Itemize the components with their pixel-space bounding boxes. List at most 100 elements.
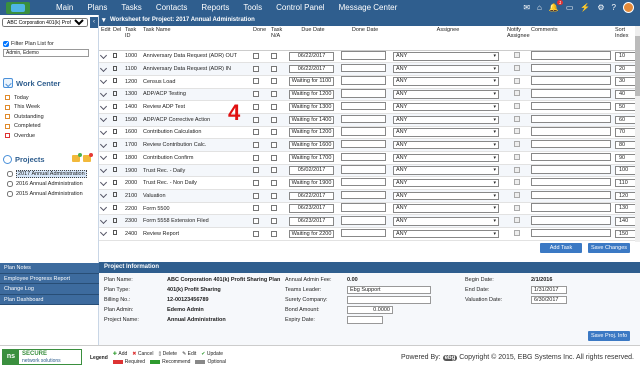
pencil-icon[interactable] [99,89,108,97]
sort-index-input[interactable]: 40 [615,90,635,99]
notify-assignee-checkbox[interactable] [514,115,520,122]
due-date-input[interactable]: Waiting for 2200 [289,229,334,239]
link-plan-notes[interactable]: Plan Notes [0,263,99,274]
task-na-checkbox[interactable] [271,78,277,85]
project-checkbox[interactable] [7,171,13,177]
task-na-checkbox[interactable] [271,205,277,212]
notify-assignee-checkbox[interactable] [514,166,520,173]
menu-reports[interactable]: Reports [201,3,229,12]
help-icon[interactable]: ? [612,3,616,12]
gear-icon[interactable]: ⚙ [597,3,604,12]
due-date-input[interactable]: Waiting for 1200 [289,128,334,137]
notify-assignee-checkbox[interactable] [514,153,520,160]
pencil-icon[interactable] [99,51,108,59]
task-na-checkbox[interactable] [271,154,277,161]
pencil-icon[interactable] [99,191,108,199]
sort-index-input[interactable]: 110 [615,178,635,188]
trash-icon[interactable] [113,205,117,211]
done-checkbox[interactable] [253,65,259,72]
sort-index-input[interactable]: 60 [615,115,635,125]
due-date-input[interactable]: Waiting for 1200 [289,90,334,99]
assignee-select[interactable]: ANY [393,191,499,201]
comments-input[interactable] [531,228,611,238]
done-date-input[interactable] [341,51,386,60]
expiry-date-input[interactable] [347,316,383,324]
task-na-checkbox[interactable] [271,141,277,148]
notify-assignee-checkbox[interactable] [514,128,520,135]
trash-icon[interactable] [113,141,117,147]
assignee-select[interactable]: ANY [393,204,499,213]
notify-assignee-checkbox[interactable] [514,103,520,110]
task-na-checkbox[interactable] [271,103,277,110]
assignee-select[interactable]: ANY [393,90,499,99]
project-checkbox[interactable] [7,191,13,197]
link-change-log[interactable]: Change Log [0,284,99,295]
comments-input[interactable] [531,101,611,111]
done-checkbox[interactable] [253,116,259,123]
trash-icon[interactable] [113,116,117,122]
link-plan-dashboard[interactable]: Plan Dashboard [0,294,99,305]
monitor-icon[interactable]: ▭ [566,3,574,12]
notify-assignee-checkbox[interactable] [514,77,520,84]
assignee-select[interactable]: ANY [393,153,499,163]
assignee-select[interactable]: ANY [393,140,499,150]
due-date-input[interactable]: Waiting for 1700 [289,153,334,163]
pencil-icon[interactable] [99,153,108,161]
trash-icon[interactable] [113,192,117,198]
done-checkbox[interactable] [253,154,259,161]
menu-contacts[interactable]: Contacts [156,3,188,12]
comments-input[interactable] [531,139,611,149]
done-checkbox[interactable] [253,218,259,225]
task-na-checkbox[interactable] [271,192,277,199]
work-center-completed[interactable]: Completed [5,122,44,132]
task-na-checkbox[interactable] [271,65,277,72]
pencil-icon[interactable] [99,77,108,85]
col-task-name[interactable]: Task Name [141,26,251,51]
notify-assignee-checkbox[interactable] [514,179,520,186]
assignee-select[interactable]: ANY [393,128,499,137]
work-center-this-week[interactable]: This Week [5,103,44,113]
project-checkbox[interactable] [7,181,13,187]
trash-icon[interactable] [113,128,117,134]
due-date-input[interactable]: 06/22/2017 [289,64,334,74]
menu-tools[interactable]: Tools [243,3,262,12]
due-date-input[interactable]: 05/02/2017 [289,166,334,175]
due-date-input[interactable]: 06/23/2017 [289,217,334,226]
sort-index-input[interactable]: 120 [615,191,635,201]
scrollbar-thumb[interactable] [635,36,640,96]
task-na-checkbox[interactable] [271,218,277,225]
task-na-checkbox[interactable] [271,129,277,136]
trash-icon[interactable] [113,103,117,109]
due-date-input[interactable]: Waiting for 1600 [289,140,334,150]
assignee-select[interactable]: ANY [393,52,499,61]
pencil-icon[interactable] [99,204,108,212]
assignee-select[interactable]: ANY [393,166,499,175]
task-na-checkbox[interactable] [271,116,277,123]
done-date-input[interactable] [341,63,386,73]
notify-assignee-checkbox[interactable] [514,141,520,148]
comments-input[interactable] [531,76,611,85]
trash-icon[interactable] [113,78,117,84]
comments-input[interactable] [531,216,611,225]
comments-input[interactable] [531,152,611,162]
pencil-icon[interactable] [99,165,108,174]
trash-icon[interactable] [113,179,117,185]
done-date-input[interactable] [341,203,386,212]
due-date-input[interactable]: 06/22/2017 [289,52,334,61]
valuation-date-input[interactable]: 6/30/2017 [531,296,567,304]
menu-tasks[interactable]: Tasks [121,3,141,12]
done-date-input[interactable] [341,165,386,174]
due-date-input[interactable]: Waiting for 1900 [289,178,334,188]
sort-index-input[interactable]: 90 [615,153,635,163]
trash-icon[interactable] [113,154,117,160]
menu-plans[interactable]: Plans [87,3,107,12]
pencil-icon[interactable] [99,102,108,110]
assignee-select[interactable]: ANY [393,178,499,188]
done-date-input[interactable] [341,114,386,124]
comments-input[interactable] [531,203,611,212]
col-done-date[interactable]: Done Date [339,26,391,51]
sort-index-input[interactable]: 20 [615,64,635,74]
comments-input[interactable] [531,51,611,60]
comments-input[interactable] [531,127,611,136]
pencil-icon[interactable] [99,140,108,148]
